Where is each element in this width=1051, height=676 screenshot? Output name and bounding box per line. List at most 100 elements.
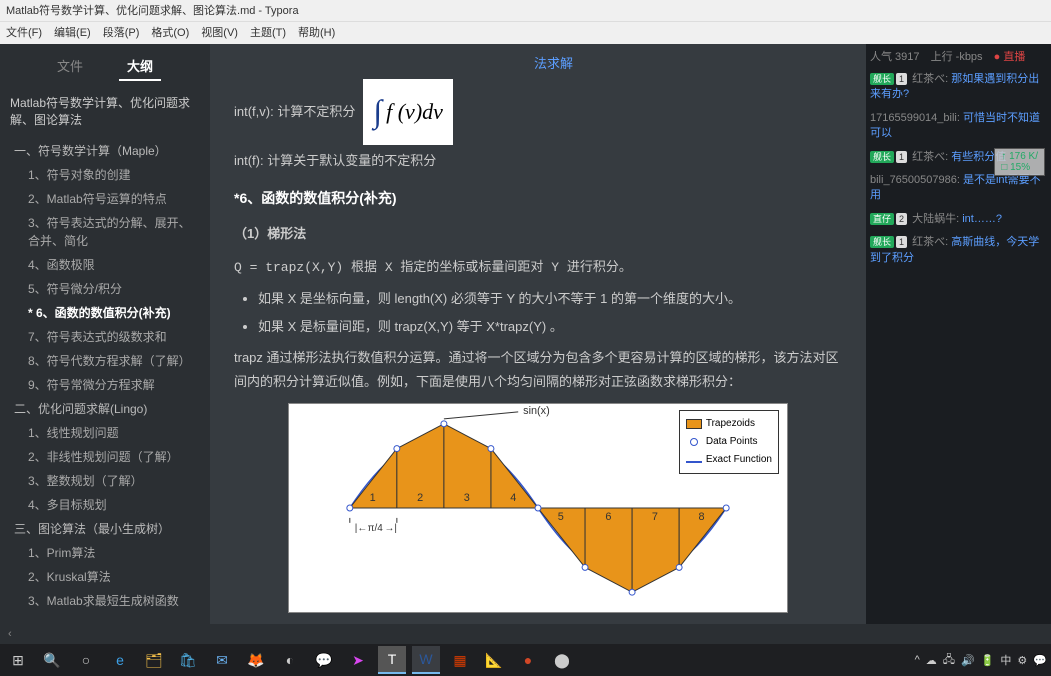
taskbar-typora-icon[interactable]: T [378, 646, 406, 674]
taskbar-chrome-icon[interactable]: ◐ [276, 646, 304, 674]
outline-item[interactable]: 4、函数极限 [0, 253, 210, 277]
trapz-diagram: 1 2 3 4 5 6 7 8 sin(x) |← π/4 →| [288, 403, 788, 613]
outline-item[interactable]: 三、图论算法（最小生成树） [0, 517, 210, 541]
svg-text:|←: |← [355, 523, 367, 534]
stat-up: 上行 -kbps [931, 51, 983, 63]
taskbar-start-icon[interactable]: ⊞ [4, 646, 32, 674]
outline-item[interactable]: 1、Prim算法 [0, 541, 210, 565]
outline-item[interactable]: 一、符号数学计算（Maple） [0, 139, 210, 163]
taskbar-word-icon[interactable]: W [412, 646, 440, 674]
stat-rec: ● 直播 [994, 51, 1026, 63]
outline-item[interactable]: 1、线性规划问题 [0, 421, 210, 445]
stream-chat-panel: 人气 3917 上行 -kbps ● 直播 舰长1 红茶べ: 那如果遇到积分出来… [866, 44, 1051, 624]
taskbar-cursor-icon[interactable]: ➤ [344, 646, 372, 674]
taskbar-wechat-icon[interactable]: 💬 [310, 646, 338, 674]
tab-file[interactable]: 文件 [49, 52, 91, 81]
svg-text:7: 7 [652, 511, 658, 523]
svg-text:3: 3 [464, 492, 470, 504]
chat-message: 舰长1 红茶べ: 那如果遇到积分出来有办? [870, 72, 1047, 103]
outline-item[interactable]: 2、Kruskal算法 [0, 565, 210, 589]
outline-item[interactable]: 2、Matlab符号运算的特点 [0, 187, 210, 211]
taskbar-edge-icon[interactable]: e [106, 646, 134, 674]
system-tray[interactable]: ^ ☁ 🖧 🔊 🔋 中 ⚙ 💬 [915, 651, 1047, 670]
svg-text:1: 1 [370, 492, 376, 504]
chat-message: 直仔2 大陆蜗牛: int……? [870, 212, 1047, 227]
taskbar-store-icon[interactable]: 🛍 [174, 646, 202, 674]
taskbar-cortana-icon[interactable]: ○ [72, 646, 100, 674]
outline-item[interactable]: * 6、函数的数值积分(补充) [0, 301, 210, 325]
status-bar: ‹ [0, 624, 1051, 644]
diagram-legend: Trapezoids Data Points Exact Function [679, 410, 779, 474]
svg-text:π/4: π/4 [368, 523, 384, 534]
sidebar: 文件 大纲 Matlab符号数学计算、优化问题求解、图论算法 一、符号数学计算（… [0, 44, 210, 624]
outline-item[interactable]: 4、多目标规划 [0, 493, 210, 517]
svg-text:2: 2 [417, 492, 423, 504]
int-fv-text: int(f,v): 计算不定积分 [234, 100, 355, 123]
heading-6: *6、函数的数值积分(补充) [234, 186, 842, 211]
menu-theme[interactable]: 主题(T) [250, 24, 286, 42]
after-diagram-text: 对于具有 N+1 个均匀分布的点的积分，近似值为 [234, 623, 842, 624]
trapz-para: trapz 通过梯形法执行数值积分运算。通过将一个区域分为包含多个更容易计算的区… [234, 346, 842, 393]
outline-item[interactable]: 8、符号代数方程求解（了解） [0, 349, 210, 373]
outline-doc-title[interactable]: Matlab符号数学计算、优化问题求解、图论算法 [0, 89, 210, 135]
taskbar-search-icon[interactable]: 🔍 [38, 646, 66, 674]
tab-outline[interactable]: 大纲 [119, 52, 161, 81]
chat-message: bili_76500507986: 是不是int需要不用 [870, 173, 1047, 204]
tray-misc-icon[interactable]: ⚙ [1017, 654, 1027, 667]
taskbar-matlab-icon[interactable]: 📐 [480, 646, 508, 674]
outline-item[interactable]: 2、非线性规划问题（了解） [0, 445, 210, 469]
menu-view[interactable]: 视图(V) [201, 24, 238, 42]
int-f-line: int(f): 计算关于默认变量的不定积分 [234, 149, 842, 172]
integral-formula: ∫f (v)dv [363, 79, 453, 145]
taskbar: ⊞ 🔍 ○ e 🗂 🛍 ✉ 🦊 ◐ 💬 ➤ T W ▦ 📐 ● ⬤ ^ ☁ 🖧 … [0, 644, 1051, 676]
tray-notif-icon[interactable]: 💬 [1033, 654, 1047, 667]
tray-vol-icon[interactable]: 🔊 [961, 654, 975, 667]
svg-text:4: 4 [510, 492, 516, 504]
stat-pop: 人气 3917 [870, 51, 920, 63]
sidebar-tabs: 文件 大纲 [0, 44, 210, 89]
tray-cloud-icon[interactable]: ☁ [926, 654, 937, 667]
menu-paragraph[interactable]: 段落(P) [103, 24, 140, 42]
outline-item[interactable]: 9、符号常微分方程求解 [0, 373, 210, 397]
taskbar-firefox-icon[interactable]: 🦊 [242, 646, 270, 674]
tray-batt-icon[interactable]: 🔋 [981, 654, 995, 667]
svg-text:→|: →| [384, 523, 396, 534]
svg-text:5: 5 [558, 511, 564, 523]
outline-item[interactable]: 5、符号微分/积分 [0, 277, 210, 301]
outline-item[interactable]: 7、符号表达式的级数求和 [0, 325, 210, 349]
outline-item[interactable]: 二、优化问题求解(Lingo) [0, 397, 210, 421]
svg-text:6: 6 [605, 511, 611, 523]
footer-arrow[interactable]: ‹ [8, 628, 12, 640]
outline-item[interactable]: 3、Matlab求最短生成树函数 [0, 589, 210, 613]
taskbar-mail-icon[interactable]: ✉ [208, 646, 236, 674]
bullet-2: 如果 X 是标量间距，则 trapz(X,Y) 等于 X*trapz(Y) 。 [258, 315, 842, 338]
svg-text:sin(x): sin(x) [523, 405, 550, 417]
network-badge: ↑ 176 K/ □ 15% [994, 148, 1045, 176]
top-link[interactable]: 法求解 [534, 52, 842, 75]
window-title: Matlab符号数学计算、优化问题求解、图论算法.md - Typora [6, 5, 299, 17]
menu-file[interactable]: 文件(F) [6, 24, 42, 42]
bullet-list: 如果 X 是坐标向量，则 length(X) 必须等于 Y 的大小不等于 1 的… [258, 287, 842, 338]
taskbar-ppt-icon[interactable]: ● [514, 646, 542, 674]
menu-edit[interactable]: 编辑(E) [54, 24, 91, 42]
window-title-bar: Matlab符号数学计算、优化问题求解、图论算法.md - Typora [0, 0, 1051, 22]
taskbar-app-icon[interactable]: ▦ [446, 646, 474, 674]
tray-net-icon[interactable]: 🖧 [943, 651, 955, 670]
svg-text:8: 8 [698, 511, 704, 523]
bullet-1: 如果 X 是坐标向量，则 length(X) 必须等于 Y 的大小不等于 1 的… [258, 287, 842, 310]
taskbar-explorer-icon[interactable]: 🗂 [140, 646, 168, 674]
outline-item[interactable]: 3、符号表达式的分解、展开、合并、简化 [0, 211, 210, 253]
taskbar-obs-icon[interactable]: ⬤ [548, 646, 576, 674]
int-fv-line: int(f,v): 计算不定积分 ∫f (v)dv [234, 79, 842, 145]
editor-content[interactable]: 法求解 int(f,v): 计算不定积分 ∫f (v)dv int(f): 计算… [210, 44, 866, 624]
outline-item[interactable]: 1、符号对象的创建 [0, 163, 210, 187]
tray-ime-icon[interactable]: 中 [1000, 652, 1011, 668]
chat-message: 舰长1 红茶べ: 高斯曲线，今天学到了积分 [870, 235, 1047, 266]
menu-bar: 文件(F) 编辑(E) 段落(P) 格式(O) 视图(V) 主题(T) 帮助(H… [0, 22, 1051, 44]
outline-item[interactable]: 3、整数规划（了解） [0, 469, 210, 493]
sub-1: （1）梯形法 [234, 226, 306, 241]
outline-list: 一、符号数学计算（Maple）1、符号对象的创建2、Matlab符号运算的特点3… [0, 135, 210, 617]
menu-help[interactable]: 帮助(H) [298, 24, 335, 42]
menu-format[interactable]: 格式(O) [151, 24, 189, 42]
trapz-code: Q = trapz(X,Y) 根据 X 指定的坐标或标量间距对 Y 进行积分。 [234, 260, 632, 275]
